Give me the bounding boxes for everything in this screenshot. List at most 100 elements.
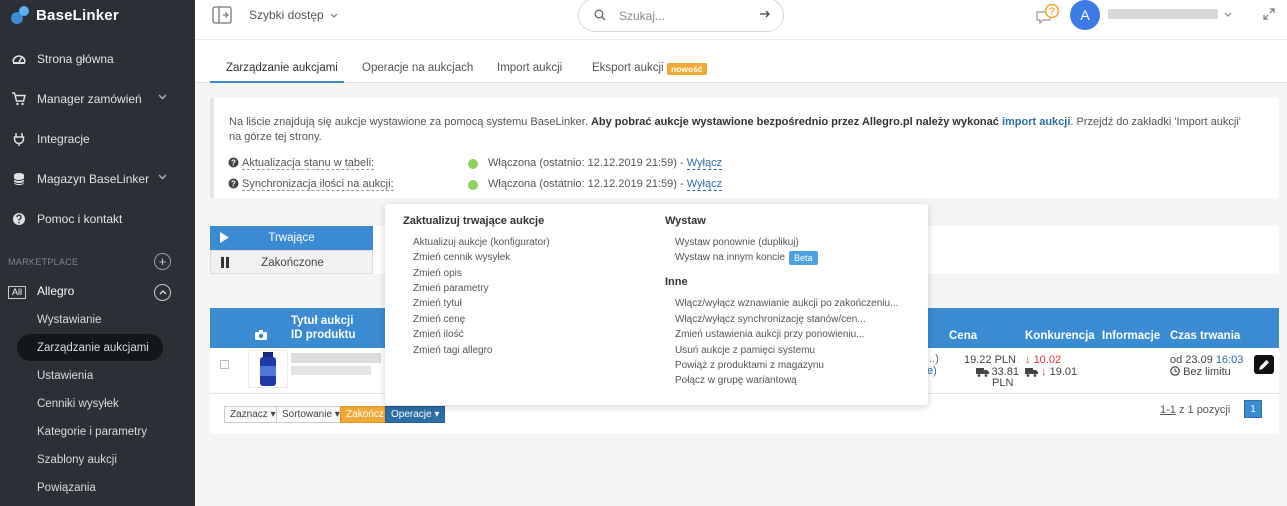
sidebar-subitem-templates[interactable]: Szablony aukcji bbox=[37, 454, 117, 466]
chevron-down-icon bbox=[330, 13, 338, 18]
tab-auction-management[interactable]: Zarządzanie aukcjami bbox=[226, 62, 338, 74]
menu-item-update-configurator[interactable]: Aktualizuj aukcje (konfigurator) bbox=[413, 237, 550, 248]
menu-item-toggle-renewal[interactable]: Włącz/wyłącz wznawianie aukcji po zakońc… bbox=[675, 298, 898, 309]
cart-icon bbox=[12, 92, 26, 106]
sidebar-subitem-auction-management[interactable]: Zarządzanie aukcjami bbox=[37, 342, 149, 354]
info-text-part: Na liście znajdują się aukcje wystawione… bbox=[229, 116, 591, 128]
sidebar-subitem-categories[interactable]: Kategorie i parametry bbox=[37, 426, 147, 438]
menu-item-change-quantity[interactable]: Zmień ilość bbox=[413, 329, 464, 340]
product-thumbnail[interactable] bbox=[248, 350, 288, 388]
sidebar-subitem-listing[interactable]: Wystawianie bbox=[37, 314, 101, 326]
col-header-product-id[interactable]: ID produktu bbox=[291, 329, 356, 341]
brand-name: BaseLinker bbox=[36, 6, 119, 24]
brand-logo[interactable]: BaseLinker bbox=[10, 5, 119, 25]
marketplace-section-label: MARKETPLACE bbox=[8, 257, 79, 267]
product-id-redacted bbox=[291, 366, 371, 375]
sidebar-toggle-icon[interactable] bbox=[212, 6, 232, 24]
duration-limit-text: Bez limitu bbox=[1183, 366, 1231, 378]
add-marketplace-button[interactable]: + bbox=[154, 253, 171, 270]
select-dropdown-button[interactable]: Zaznacz ▾ bbox=[224, 406, 282, 423]
sidebar-item-home[interactable]: Strona główna bbox=[0, 41, 195, 77]
import-auctions-link[interactable]: import aukcji bbox=[1002, 116, 1070, 128]
sidebar-item-orders[interactable]: Manager zamówień bbox=[0, 81, 195, 117]
sidebar-item-integrations[interactable]: Integracje bbox=[0, 121, 195, 157]
beta-badge: Beta bbox=[789, 251, 818, 265]
chevron-down-icon bbox=[158, 174, 167, 180]
sidebar-subitem-shipping-pricelists[interactable]: Cenniki wysyłek bbox=[37, 398, 119, 410]
ongoing-filter-button[interactable]: Trwające bbox=[210, 226, 373, 250]
col-header-price[interactable]: Cena bbox=[949, 330, 977, 342]
menu-item-relist-settings[interactable]: Zmień ustawienia aukcji przy ponowieniu.… bbox=[675, 329, 865, 340]
tab-auction-import[interactable]: Import aukcji bbox=[497, 62, 562, 74]
page-1-button[interactable]: 1 bbox=[1244, 400, 1262, 418]
question-circle-icon[interactable]: ? bbox=[228, 178, 239, 189]
menu-item-toggle-sync[interactable]: Włącz/wyłącz synchronizację stanów/cen..… bbox=[675, 314, 866, 325]
ended-filter-label: Zakończone bbox=[261, 257, 324, 269]
sidebar-subitem-settings[interactable]: Ustawienia bbox=[37, 370, 93, 382]
quick-access-label: Szybki dostęp bbox=[249, 8, 324, 22]
status-value: Włączona (ostatnio: 12.12.2019 21:59) - … bbox=[488, 178, 723, 191]
col-header-info[interactable]: Informacje bbox=[1102, 330, 1160, 342]
sidebar-item-label: Integracje bbox=[37, 132, 90, 146]
truck-icon bbox=[1025, 367, 1038, 377]
avatar[interactable]: A bbox=[1070, 0, 1100, 30]
menu-item-remove-from-memory[interactable]: Usuń aukcje z pamięci systemu bbox=[675, 345, 815, 356]
operations-label: Operacje bbox=[391, 409, 432, 420]
menu-item-relist[interactable]: Wystaw ponownie (duplikuj) bbox=[675, 237, 799, 248]
disable-link[interactable]: Wyłącz bbox=[686, 157, 723, 170]
sidebar-item-label: Strona główna bbox=[37, 52, 114, 66]
chevron-up-icon[interactable] bbox=[154, 284, 171, 301]
menu-heading-update: Zaktualizuj trwające aukcje bbox=[403, 215, 545, 227]
fullscreen-icon[interactable] bbox=[1263, 8, 1275, 20]
tab-auction-operations[interactable]: Operacje na aukcjach bbox=[362, 62, 473, 74]
row-checkbox[interactable] bbox=[220, 360, 229, 369]
allegro-label: Allegro bbox=[37, 284, 75, 298]
col-header-title[interactable]: Tytuł aukcji bbox=[291, 315, 353, 327]
disable-link[interactable]: Wyłącz bbox=[686, 178, 723, 191]
sidebar-item-label: Pomoc i kontakt bbox=[37, 212, 123, 226]
menu-item-change-description[interactable]: Zmień opis bbox=[413, 268, 462, 279]
partial-cell-link[interactable]: e) bbox=[927, 365, 937, 377]
arrow-right-icon[interactable] bbox=[759, 8, 771, 20]
search-input[interactable]: Szukaj... bbox=[619, 9, 665, 23]
status-text: Włączona (ostatnio: 12.12.2019 21:59) - bbox=[488, 157, 687, 169]
status-label: Aktualizacja stanu w tabeli: bbox=[242, 157, 375, 170]
username-redacted[interactable] bbox=[1108, 9, 1218, 19]
edit-button[interactable] bbox=[1254, 355, 1274, 374]
menu-item-change-price[interactable]: Zmień cenę bbox=[413, 314, 465, 325]
col-header-duration[interactable]: Czas trwania bbox=[1170, 330, 1240, 342]
info-panel: Na liście znajdują się aukcje wystawione… bbox=[210, 98, 1279, 198]
question-circle-icon[interactable]: ? bbox=[228, 157, 239, 168]
auction-title-redacted[interactable] bbox=[291, 353, 381, 363]
menu-item-change-shipping[interactable]: Zmień cennik wysyłek bbox=[413, 252, 510, 263]
sort-dropdown-button[interactable]: Sortowanie ▾ bbox=[276, 406, 346, 423]
menu-item-change-parameters[interactable]: Zmień parametry bbox=[413, 283, 489, 294]
menu-item-change-tags[interactable]: Zmień tagi allegro bbox=[413, 345, 492, 356]
chevron-down-icon[interactable] bbox=[1224, 12, 1232, 17]
search-box[interactable]: Szukaj... bbox=[578, 0, 784, 32]
end-auctions-button[interactable]: Zakończ bbox=[340, 406, 390, 423]
notification-badge: ? bbox=[1049, 7, 1055, 18]
quick-access-menu[interactable]: Szybki dostęp bbox=[249, 8, 338, 22]
operations-dropdown-button[interactable]: Operacje ▾ bbox=[385, 406, 446, 423]
status-row-quantity-sync: ? Synchronizacja ilości na aukcji: Włącz… bbox=[228, 178, 928, 194]
sidebar-item-label: Manager zamówień bbox=[37, 92, 142, 106]
sidebar-subitem-links[interactable]: Powiązania bbox=[37, 482, 96, 494]
menu-item-link-products[interactable]: Powiąż z produktami z magazynu bbox=[675, 360, 824, 371]
dashboard-icon bbox=[12, 52, 26, 66]
paging-range[interactable]: 1-1 bbox=[1160, 404, 1176, 416]
sidebar-item-allegro[interactable]: All Allegro bbox=[0, 280, 195, 304]
ended-filter-button[interactable]: Zakończone bbox=[210, 250, 373, 274]
status-text: Włączona (ostatnio: 12.12.2019 21:59) - bbox=[488, 178, 687, 190]
tab-auction-export[interactable]: Eksport aukcji bbox=[592, 62, 664, 74]
menu-item-change-title[interactable]: Zmień tytuł bbox=[413, 298, 462, 309]
duration-date: od 23.09 bbox=[1170, 354, 1213, 366]
menu-heading-other: Inne bbox=[665, 276, 688, 288]
partial-cell-text: ..) bbox=[929, 353, 939, 365]
sidebar-item-help[interactable]: Pomoc i kontakt bbox=[0, 201, 195, 237]
menu-item-list-other-account[interactable]: Wystaw na innym koncie bbox=[675, 252, 785, 263]
col-header-competition[interactable]: Konkurencja bbox=[1025, 330, 1095, 342]
notifications-button[interactable]: ? bbox=[1035, 4, 1061, 26]
sidebar-item-warehouse[interactable]: Magazyn BaseLinker bbox=[0, 161, 195, 197]
menu-item-variant-group[interactable]: Połącz w grupę wariantową bbox=[675, 375, 797, 386]
